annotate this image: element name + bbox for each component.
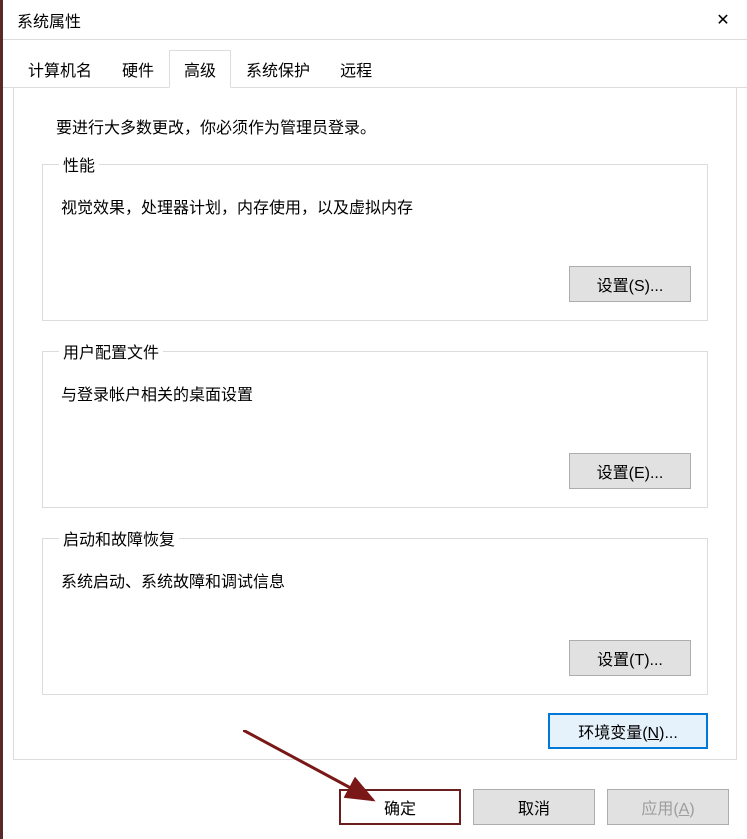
env-btn-prefix: 环境变量( xyxy=(578,725,647,742)
apply-suffix: ) xyxy=(689,801,694,818)
tab-computer-name[interactable]: 计算机名 xyxy=(13,50,107,88)
advanced-panel: 要进行大多数更改，你必须作为管理员登录。 性能 视觉效果，处理器计划，内存使用，… xyxy=(13,88,737,760)
user-profiles-settings-button[interactable]: 设置(E)... xyxy=(569,453,691,489)
apply-button[interactable]: 应用(A) xyxy=(607,789,729,825)
group-performance-legend: 性能 xyxy=(59,152,99,176)
dialog-button-row: 确定 取消 应用(A) xyxy=(339,789,729,825)
performance-settings-button[interactable]: 设置(S)... xyxy=(569,266,691,302)
group-startup-recovery: 启动和故障恢复 系统启动、系统故障和调试信息 设置(T)... xyxy=(42,526,708,695)
group-user-profiles-desc: 与登录帐户相关的桌面设置 xyxy=(61,381,691,405)
tab-strip: 计算机名 硬件 高级 系统保护 远程 xyxy=(3,54,747,88)
group-startup-recovery-legend: 启动和故障恢复 xyxy=(59,526,179,550)
group-performance-desc: 视觉效果，处理器计划，内存使用，以及虚拟内存 xyxy=(61,194,691,218)
group-startup-recovery-desc: 系统启动、系统故障和调试信息 xyxy=(61,568,691,592)
ok-button[interactable]: 确定 xyxy=(339,789,461,825)
group-user-profiles-legend: 用户配置文件 xyxy=(59,339,163,363)
title-bar: 系统属性 ✕ xyxy=(3,0,747,40)
tab-advanced[interactable]: 高级 xyxy=(169,50,231,88)
admin-notice: 要进行大多数更改，你必须作为管理员登录。 xyxy=(56,114,708,138)
cancel-button[interactable]: 取消 xyxy=(473,789,595,825)
close-button[interactable]: ✕ xyxy=(699,0,747,40)
group-performance: 性能 视觉效果，处理器计划，内存使用，以及虚拟内存 设置(S)... xyxy=(42,152,708,321)
env-btn-suffix: )... xyxy=(659,725,678,742)
apply-mnemonic: A xyxy=(679,801,690,818)
tab-hardware[interactable]: 硬件 xyxy=(107,50,169,88)
startup-recovery-settings-button[interactable]: 设置(T)... xyxy=(569,640,691,676)
close-icon: ✕ xyxy=(716,10,729,30)
env-btn-mnemonic: N xyxy=(648,725,660,742)
window-title: 系统属性 xyxy=(17,8,81,32)
group-user-profiles: 用户配置文件 与登录帐户相关的桌面设置 设置(E)... xyxy=(42,339,708,508)
apply-prefix: 应用( xyxy=(641,801,678,818)
tab-remote[interactable]: 远程 xyxy=(325,50,387,88)
tab-system-protection[interactable]: 系统保护 xyxy=(231,50,325,88)
environment-variables-button[interactable]: 环境变量(N)... xyxy=(548,713,708,749)
